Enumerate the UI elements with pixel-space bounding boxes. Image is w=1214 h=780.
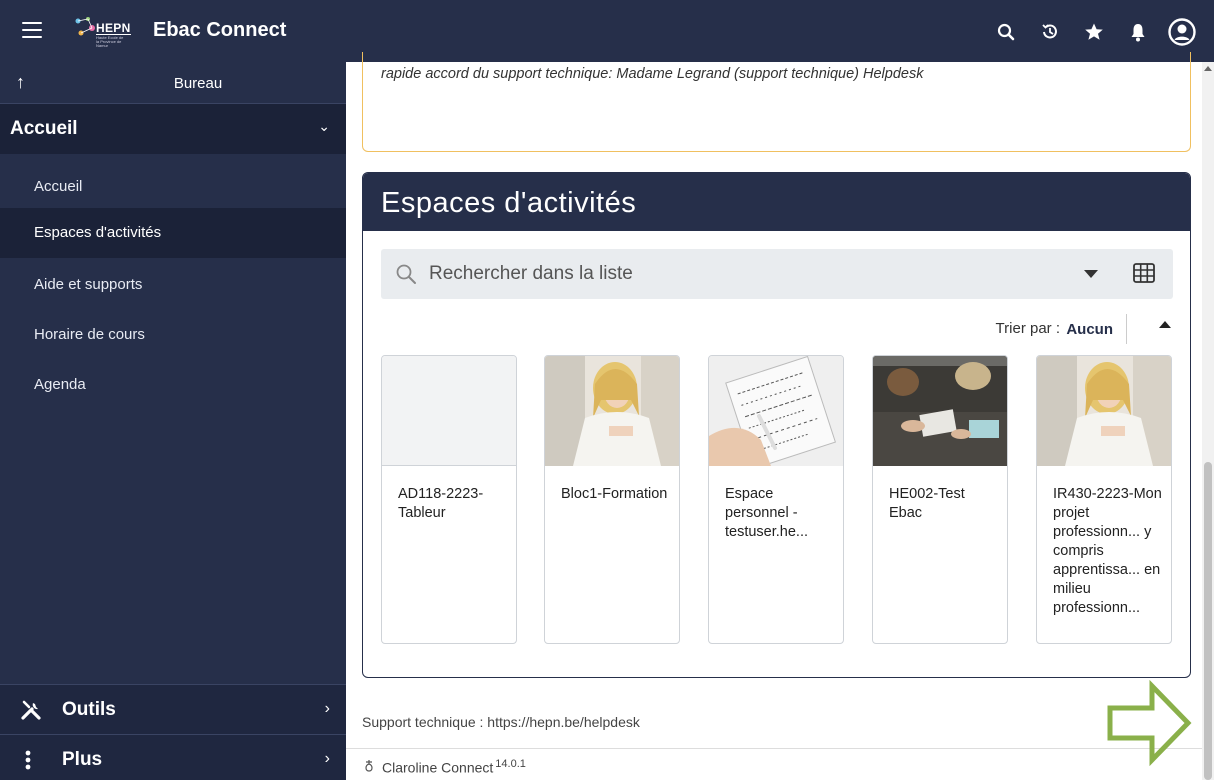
card-title: IR430-2223-Mon projet professionn... y c… bbox=[1053, 486, 1162, 616]
more-vertical-icon bbox=[20, 749, 42, 776]
history-icon[interactable] bbox=[1028, 14, 1072, 50]
sidebar-item-label: Espaces d'activités bbox=[34, 224, 162, 241]
panel-header: Espaces d'activités bbox=[363, 173, 1190, 231]
search-input[interactable] bbox=[429, 260, 1029, 288]
footer-bar: Claroline Connect 14.0.1 bbox=[346, 748, 1202, 780]
sidebar-item-label: Accueil bbox=[34, 178, 83, 195]
chevron-right-icon: › bbox=[324, 700, 330, 717]
chevron-down-icon: ⌄ bbox=[318, 118, 330, 134]
scrollbar-thumb[interactable] bbox=[1204, 462, 1212, 780]
sidebar-section-label: Accueil bbox=[10, 118, 78, 139]
sort-label: Trier par : bbox=[995, 320, 1060, 337]
activity-spaces-panel: Espaces d'activités Trier par : Aucun AD… bbox=[362, 172, 1191, 678]
sidebar-item-horaire-cours[interactable]: Horaire de cours bbox=[0, 310, 346, 360]
workspace-card[interactable]: Bloc1-Formation bbox=[544, 355, 680, 644]
claroline-version: 14.0.1 bbox=[495, 758, 526, 770]
card-thumbnail-woman-image bbox=[1037, 356, 1171, 466]
logo-molecule-icon bbox=[75, 17, 95, 36]
sidebar-outils-label: Outils bbox=[62, 699, 116, 720]
scroll-up-icon[interactable] bbox=[1204, 66, 1212, 71]
sidebar-plus[interactable]: Plus › bbox=[0, 734, 346, 780]
sidebar-item-label: Aide et supports bbox=[34, 276, 143, 293]
sort-value-button[interactable]: Aucun bbox=[1066, 321, 1113, 338]
claroline-logo-icon bbox=[362, 759, 376, 778]
filter-dropdown-caret-icon[interactable] bbox=[1084, 270, 1098, 278]
card-thumbnail-group-image bbox=[873, 356, 1007, 466]
grid-view-icon[interactable] bbox=[1133, 263, 1155, 288]
card-thumbnail-empty bbox=[382, 356, 516, 466]
sidebar-plus-label: Plus bbox=[62, 749, 103, 770]
menu-icon[interactable] bbox=[22, 22, 42, 40]
notice-box: rapide accord du support technique: Mada… bbox=[362, 52, 1191, 152]
workspace-card[interactable]: Espace personnel - testuser.he... bbox=[708, 355, 844, 644]
sidebar-back-label: Bureau bbox=[173, 75, 223, 92]
card-title: HE002-Test Ebac bbox=[889, 486, 965, 521]
vertical-scrollbar[interactable] bbox=[1202, 62, 1214, 780]
arrow-right-icon bbox=[1106, 679, 1192, 771]
sidebar-section-accueil[interactable]: Accueil ⌄ bbox=[0, 104, 346, 154]
search-icon[interactable] bbox=[984, 14, 1028, 50]
search-icon bbox=[395, 263, 417, 290]
card-title: Espace personnel - testuser.he... bbox=[725, 486, 809, 540]
sidebar-item-label: Horaire de cours bbox=[34, 326, 145, 343]
sidebar: ↑ Bureau Accueil ⌄ Accueil Espaces d'act… bbox=[0, 62, 346, 780]
workspace-card[interactable]: AD118-2223-Tableur bbox=[381, 355, 517, 644]
favorites-star-icon[interactable] bbox=[1072, 14, 1116, 50]
panel-title: Espaces d'activités bbox=[381, 187, 637, 219]
sort-divider bbox=[1126, 314, 1127, 344]
notice-text: rapide accord du support technique: Mada… bbox=[381, 66, 924, 82]
claroline-product-name: Claroline Connect bbox=[382, 759, 494, 776]
search-bar bbox=[381, 249, 1173, 299]
sidebar-item-agenda[interactable]: Agenda bbox=[0, 360, 346, 410]
card-title: Bloc1-Formation bbox=[561, 486, 668, 502]
sidebar-item-label: Agenda bbox=[34, 376, 86, 393]
sidebar-item-accueil[interactable]: Accueil bbox=[0, 162, 346, 212]
card-title: AD118-2223-Tableur bbox=[398, 486, 484, 521]
workspace-card[interactable]: IR430-2223-Mon projet professionn... y c… bbox=[1036, 355, 1172, 644]
claroline-product[interactable]: Claroline Connect 14.0.1 bbox=[382, 758, 526, 776]
user-avatar-icon[interactable] bbox=[1160, 14, 1204, 50]
sidebar-outils[interactable]: Outils › bbox=[0, 684, 346, 734]
logo-text: HEPN bbox=[96, 21, 131, 35]
workspace-card[interactable]: HE002-Test Ebac bbox=[872, 355, 1008, 644]
main-content: rapide accord du support technique: Mada… bbox=[346, 52, 1202, 780]
sort-bar: Trier par : Aucun bbox=[363, 314, 1173, 348]
card-thumbnail-woman-image bbox=[545, 356, 679, 466]
support-link[interactable]: Support technique : https://hepn.be/help… bbox=[362, 714, 640, 730]
notifications-bell-icon[interactable] bbox=[1116, 14, 1160, 50]
sidebar-back-link[interactable]: ↑ Bureau bbox=[0, 62, 346, 104]
sidebar-item-aide-supports[interactable]: Aide et supports bbox=[0, 260, 346, 310]
tools-icon bbox=[20, 699, 42, 726]
sort-direction-up-icon[interactable] bbox=[1159, 321, 1171, 328]
app-title[interactable]: Ebac Connect bbox=[153, 19, 286, 42]
logo-subtext: Haute Ecole de la Province de Namur bbox=[96, 35, 124, 48]
card-thumbnail-notebook-image bbox=[709, 356, 843, 466]
sidebar-item-espaces-activites[interactable]: Espaces d'activités bbox=[0, 208, 346, 258]
chevron-right-icon: › bbox=[324, 750, 330, 767]
